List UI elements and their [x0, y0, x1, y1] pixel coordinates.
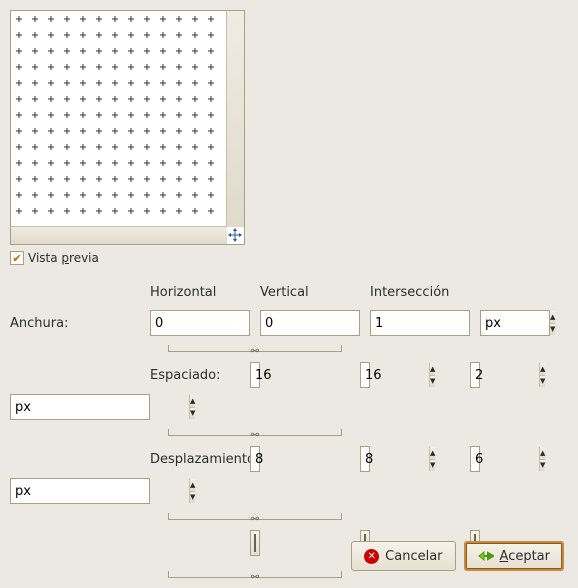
preview-scrollbar-horizontal[interactable]: [11, 226, 227, 244]
preview-canvas: [11, 11, 226, 226]
preview-checkbox[interactable]: ✔: [10, 251, 24, 265]
accept-icon: [478, 549, 494, 563]
color-link[interactable]: ⚯: [150, 568, 360, 582]
spin-down-icon[interactable]: ▼: [190, 408, 195, 420]
chain-icon: ⚯: [251, 514, 259, 525]
preview-checkbox-label[interactable]: Vista previa: [28, 251, 99, 265]
spacing-horizontal-input[interactable]: ▲▼: [250, 362, 260, 388]
chain-icon: ⚯: [251, 572, 259, 583]
spacing-link[interactable]: ⚯: [150, 426, 360, 440]
spacing-intersection-input[interactable]: ▲▼: [470, 362, 480, 388]
offset-horizontal-input[interactable]: ▲▼: [250, 446, 260, 472]
width-horizontal-input[interactable]: ▲▼: [150, 310, 250, 336]
width-vertical-input[interactable]: ▲▼: [260, 310, 360, 336]
row-label-spacing: Espaciado:: [150, 368, 250, 383]
cancel-icon: ✕: [364, 549, 379, 564]
accept-button-label: Aceptar: [500, 549, 550, 564]
spacing-vertical-input[interactable]: ▲▼: [360, 362, 370, 388]
offset-unit-select[interactable]: ▲▼: [10, 478, 150, 504]
width-unit-select[interactable]: ▲▼: [480, 310, 550, 336]
column-header-horizontal: Horizontal: [150, 285, 250, 304]
row-label-offset: Desplazamiento:: [150, 452, 250, 467]
chain-icon: ⚯: [251, 430, 259, 441]
chain-icon: ⚯: [251, 346, 259, 357]
color-horizontal-button[interactable]: [250, 530, 260, 556]
spin-down-icon[interactable]: ▼: [190, 492, 195, 504]
column-header-vertical: Vertical: [260, 285, 360, 304]
preview-move-handle[interactable]: [226, 226, 244, 244]
spin-up-icon[interactable]: ▲: [190, 479, 195, 492]
row-label-width: Anchura:: [10, 316, 150, 331]
offset-intersection-input[interactable]: ▲▼: [470, 446, 480, 472]
spin-up-icon[interactable]: ▲: [190, 395, 195, 408]
preview-area: [10, 10, 245, 245]
offset-link[interactable]: ⚯: [150, 510, 360, 524]
offset-vertical-input[interactable]: ▲▼: [360, 446, 370, 472]
width-link[interactable]: ⚯: [150, 342, 360, 356]
column-header-intersection: Intersección: [370, 285, 470, 304]
preview-scrollbar-vertical[interactable]: [226, 11, 244, 227]
spacing-unit-select[interactable]: ▲▼: [10, 394, 150, 420]
accept-button[interactable]: Aceptar: [464, 541, 564, 571]
width-intersection-input[interactable]: ▲▼: [370, 310, 470, 336]
cancel-button-label: Cancelar: [385, 549, 442, 564]
cancel-button[interactable]: ✕ Cancelar: [351, 541, 455, 571]
